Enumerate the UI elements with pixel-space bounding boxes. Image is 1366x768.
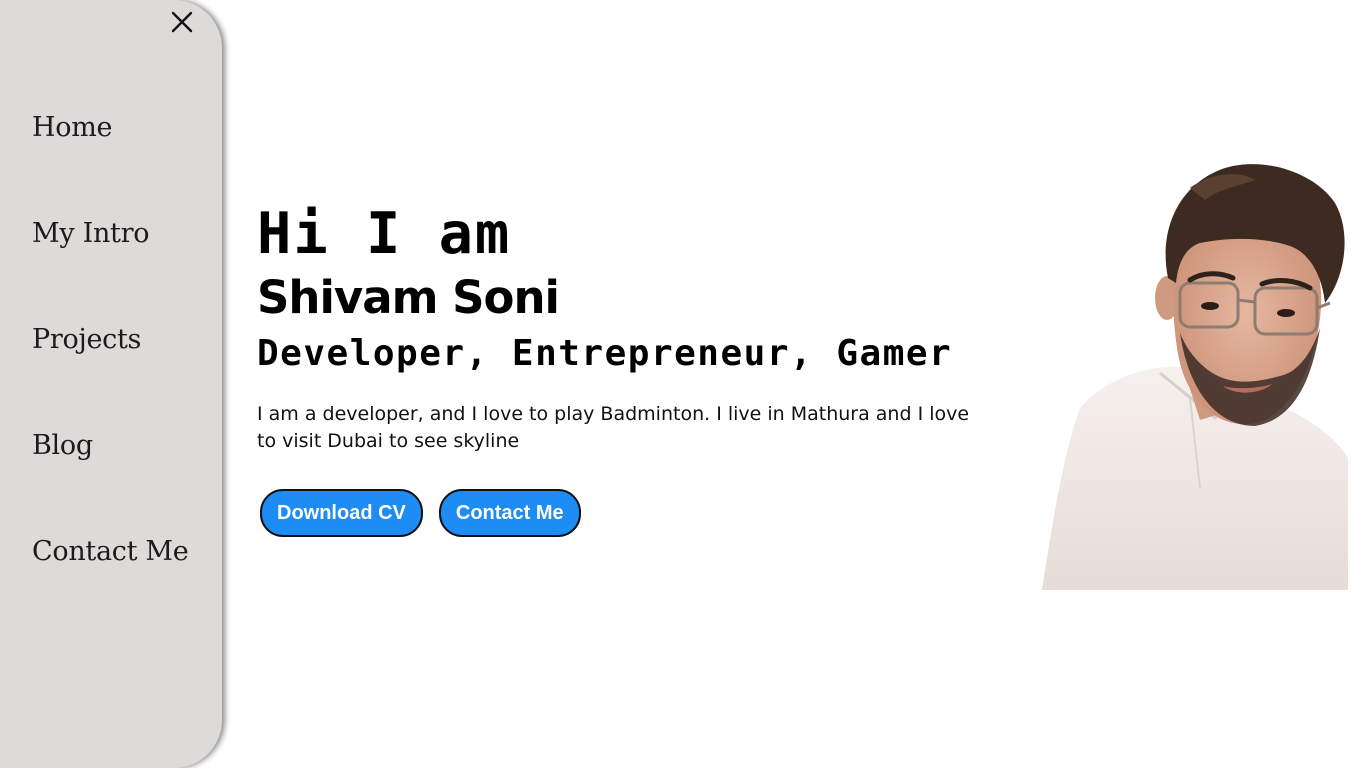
sidebar-item-contact-me[interactable]: Contact Me (32, 536, 189, 642)
greeting-heading: Hi I am (257, 201, 512, 267)
close-icon[interactable] (168, 8, 196, 36)
roles-heading: Developer, Entrepreneur, Gamer (257, 333, 953, 374)
sidebar-item-blog[interactable]: Blog (32, 430, 188, 536)
sidebar-item-my-intro[interactable]: My Intro (32, 218, 188, 324)
name-heading: Shivam Soni (257, 271, 560, 324)
hero-section: Hi I am Shivam Soni Developer, Entrepren… (257, 196, 997, 537)
sidebar: Home My Intro Projects Blog Contact Me (0, 0, 222, 768)
download-cv-button[interactable]: Download CV (260, 489, 423, 537)
page: Home My Intro Projects Blog Contact Me H… (0, 0, 1366, 768)
sidebar-item-home[interactable]: Home (32, 112, 188, 218)
contact-me-button[interactable]: Contact Me (438, 489, 581, 537)
profile-photo (1040, 158, 1352, 590)
sidebar-item-projects[interactable]: Projects (32, 324, 188, 430)
sidebar-nav: Home My Intro Projects Blog Contact Me (32, 112, 189, 642)
hero-buttons: Download CV Contact Me (257, 489, 997, 537)
bio-text: I am a developer, and I love to play Bad… (257, 403, 970, 452)
